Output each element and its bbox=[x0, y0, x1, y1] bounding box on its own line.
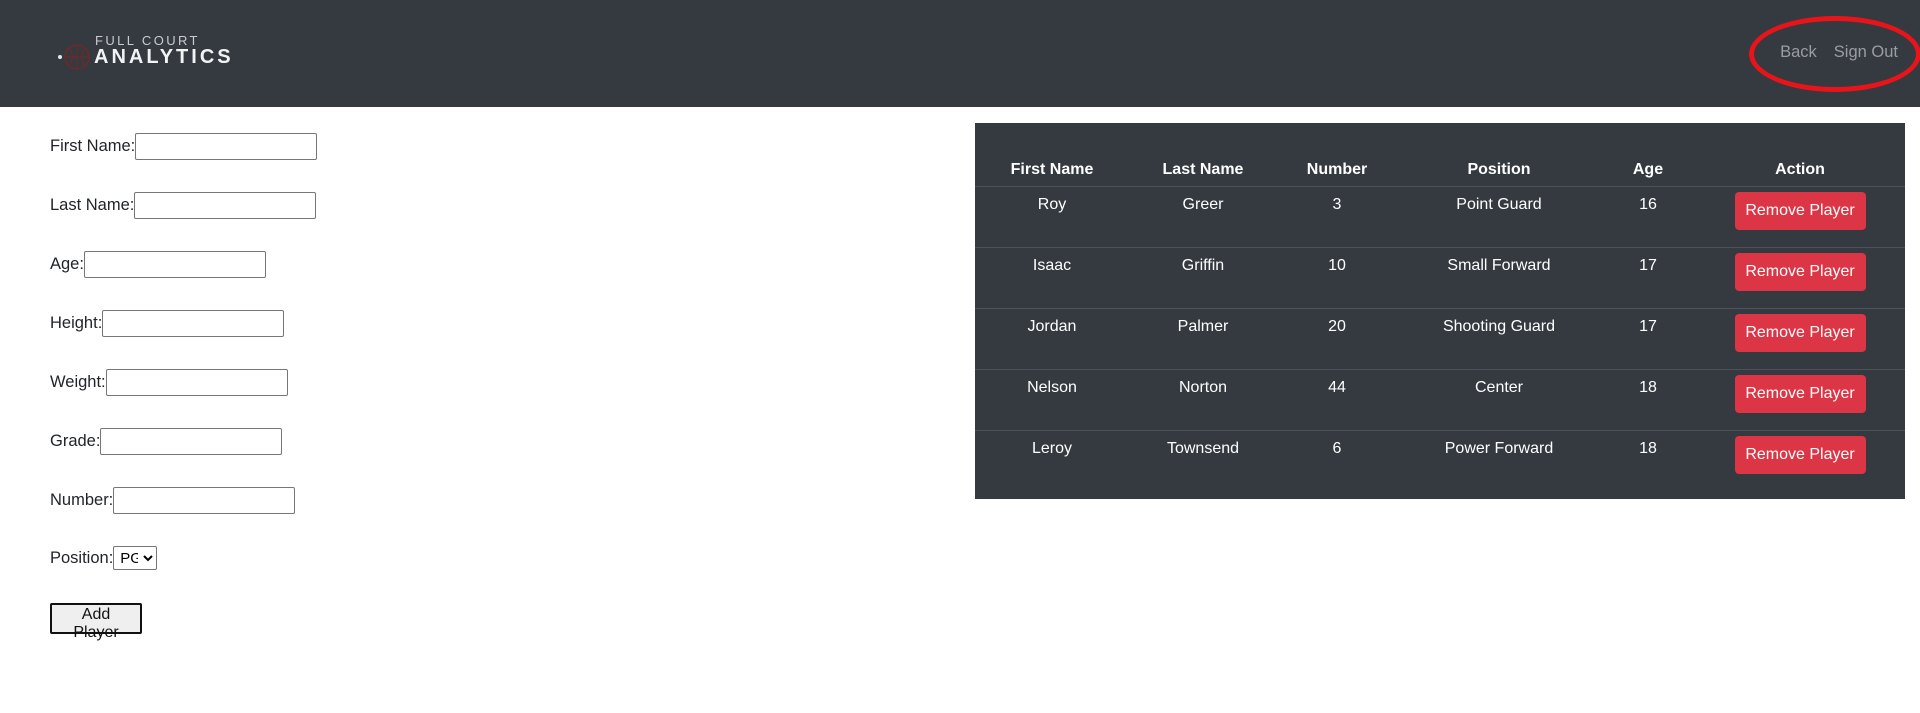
age-input[interactable] bbox=[83, 251, 266, 278]
cell-position: Point Guard bbox=[1397, 186, 1601, 248]
back-link[interactable]: Back bbox=[1780, 43, 1817, 62]
column-header-number: Number bbox=[1277, 153, 1397, 187]
nav-links: Back Sign Out bbox=[1780, 43, 1898, 62]
first-name-label: First Name: bbox=[50, 137, 136, 155]
cell-last-name: Palmer bbox=[1129, 308, 1277, 370]
height-label: Height: bbox=[50, 314, 103, 332]
last-name-input[interactable] bbox=[134, 192, 317, 219]
cell-number: 44 bbox=[1277, 369, 1397, 431]
remove-player-button[interactable]: Remove Player bbox=[1734, 314, 1866, 352]
cell-first-name: Roy bbox=[975, 186, 1129, 248]
cell-action: Remove Player bbox=[1695, 247, 1905, 309]
cell-last-name: Griffin bbox=[1129, 247, 1277, 309]
cell-last-name: Townsend bbox=[1166, 440, 1240, 457]
navbar: FULL COURT ANALYTICS Back Sign Out bbox=[0, 0, 1920, 107]
cell-position: Center bbox=[1397, 369, 1601, 431]
table-row: Nelson Norton 44 Center 18 Remove Player bbox=[975, 369, 1905, 431]
cell-age: 17 bbox=[1601, 308, 1695, 370]
sign-out-link[interactable]: Sign Out bbox=[1834, 43, 1898, 62]
cell-age: 18 bbox=[1601, 369, 1695, 431]
column-header-age: Age bbox=[1601, 153, 1695, 187]
remove-player-button[interactable]: Remove Player bbox=[1734, 192, 1866, 230]
grade-row: Grade: bbox=[50, 428, 283, 455]
cell-number: 3 bbox=[1277, 186, 1397, 248]
cell-position: Power Forward bbox=[1444, 440, 1554, 457]
roster-table-panel: First Name Last Name Number Position Age… bbox=[975, 123, 1905, 499]
table-header-row: First Name Last Name Number Position Age… bbox=[975, 153, 1905, 187]
height-row: Height: bbox=[50, 310, 285, 337]
basketball-icon bbox=[58, 44, 90, 70]
last-name-row: Last Name: bbox=[50, 192, 317, 219]
cell-position: Small Forward bbox=[1397, 247, 1601, 309]
grade-label: Grade: bbox=[50, 432, 101, 450]
cell-last-name: Norton bbox=[1129, 369, 1277, 431]
column-header-action: Action bbox=[1695, 153, 1905, 187]
brand-logo[interactable]: FULL COURT ANALYTICS bbox=[50, 33, 240, 73]
cell-action: Remove Player bbox=[1695, 308, 1905, 370]
cell-action: Remove Player bbox=[1695, 186, 1905, 248]
cell-age: 17 bbox=[1601, 247, 1695, 309]
weight-label: Weight: bbox=[50, 373, 106, 391]
cell-first-name: Jordan bbox=[975, 308, 1129, 370]
weight-row: Weight: bbox=[50, 369, 288, 396]
position-row: Position: PG bbox=[50, 546, 158, 570]
cell-action: Remove Player bbox=[1695, 431, 1905, 492]
grade-input[interactable] bbox=[100, 428, 283, 455]
cell-first-name: Leroy bbox=[1031, 440, 1073, 457]
cell-last-name: Greer bbox=[1129, 186, 1277, 248]
weight-input[interactable] bbox=[105, 369, 288, 396]
number-row: Number: bbox=[50, 487, 296, 514]
cell-age: 18 bbox=[1639, 440, 1657, 457]
cell-first-name: Isaac bbox=[975, 247, 1129, 309]
cell-age: 16 bbox=[1601, 186, 1695, 248]
table-row: Isaac Griffin 10 Small Forward 17 Remove… bbox=[975, 247, 1905, 309]
table-row: Roy Greer 3 Point Guard 16 Remove Player bbox=[975, 186, 1905, 248]
remove-player-button[interactable]: Remove Player bbox=[1734, 253, 1866, 291]
last-name-label: Last Name: bbox=[50, 196, 135, 214]
cell-number: 20 bbox=[1277, 308, 1397, 370]
table-row: Leroy Townsend 6 Power Forward 18 Remove… bbox=[975, 431, 1905, 492]
brand-main-text: ANALYTICS bbox=[94, 46, 234, 68]
column-header-first-name: First Name bbox=[975, 153, 1129, 187]
column-header-position: Position bbox=[1397, 153, 1601, 187]
remove-player-button[interactable]: Remove Player bbox=[1734, 375, 1866, 413]
cell-number: 6 bbox=[1332, 440, 1342, 457]
age-label: Age: bbox=[50, 255, 84, 273]
age-row: Age: bbox=[50, 251, 266, 278]
roster-table: First Name Last Name Number Position Age… bbox=[975, 153, 1905, 491]
cell-first-name: Nelson bbox=[975, 369, 1129, 431]
first-name-input[interactable] bbox=[135, 133, 318, 160]
number-input[interactable] bbox=[113, 487, 296, 514]
position-select[interactable]: PG bbox=[113, 546, 158, 570]
position-label: Position: bbox=[50, 548, 114, 567]
remove-player-button[interactable]: Remove Player bbox=[1734, 436, 1866, 474]
add-player-button[interactable]: Add Player bbox=[50, 603, 142, 641]
table-row: Jordan Palmer 20 Shooting Guard 17 Remov… bbox=[975, 308, 1905, 370]
cell-position: Shooting Guard bbox=[1397, 308, 1601, 370]
cell-action: Remove Player bbox=[1695, 369, 1905, 431]
column-header-last-name: Last Name bbox=[1129, 153, 1277, 187]
first-name-row: First Name: bbox=[50, 133, 318, 160]
cell-number: 10 bbox=[1277, 247, 1397, 309]
number-label: Number: bbox=[50, 491, 114, 509]
height-input[interactable] bbox=[102, 310, 285, 337]
